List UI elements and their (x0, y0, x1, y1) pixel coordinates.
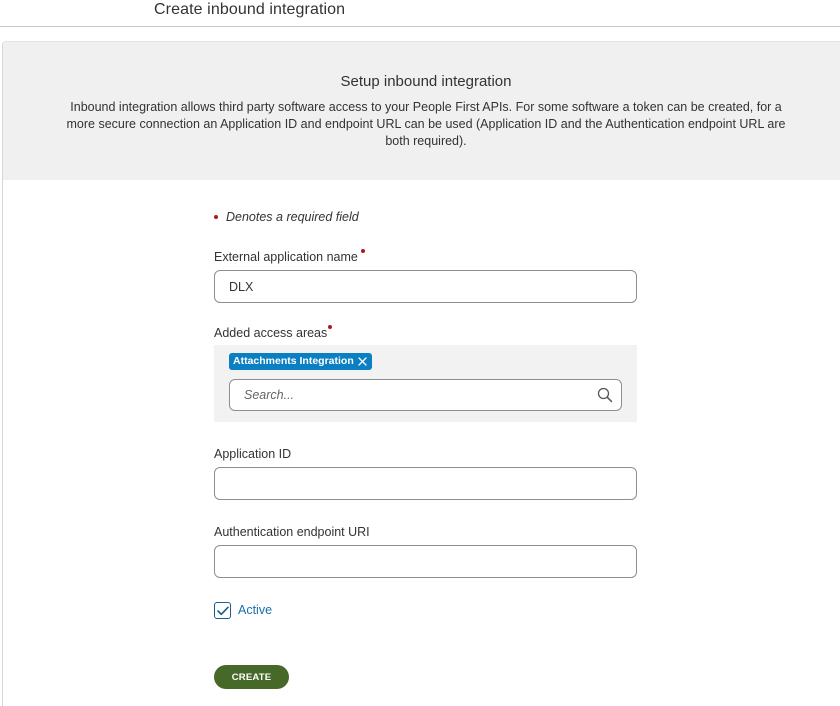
application-id-input[interactable] (214, 467, 637, 500)
app-name-input[interactable] (214, 270, 637, 303)
access-areas-label: Added access areas (214, 324, 333, 340)
auth-endpoint-label-text: Authentication endpoint URI (214, 525, 370, 539)
active-checkbox[interactable] (214, 602, 231, 619)
create-button[interactable]: CREATE (214, 665, 289, 689)
access-search-field (229, 379, 622, 411)
auth-endpoint-input[interactable] (214, 545, 637, 578)
close-icon[interactable] (358, 357, 368, 367)
access-areas-box: Attachments Integration (214, 345, 637, 422)
app-name-label: External application name (214, 248, 365, 264)
page-title: Create inbound integration (154, 1, 346, 18)
access-area-chip: Attachments Integration (229, 353, 372, 370)
required-dot-icon (214, 214, 218, 219)
required-dot-icon (360, 248, 365, 253)
chip-label: Attachments Integration (233, 355, 354, 367)
application-id-label: Application ID (214, 447, 291, 461)
intro-section: Setup inbound integration Inbound integr… (3, 42, 840, 180)
active-checkbox-label[interactable]: Active (238, 603, 272, 617)
checkmark-icon (216, 606, 229, 615)
intro-description: Inbound integration allows third party s… (66, 100, 786, 148)
required-note-text: Denotes a required field (226, 210, 359, 224)
top-bar: Create inbound integration (0, 0, 840, 27)
app-name-label-text: External application name (214, 250, 358, 264)
search-icon[interactable] (597, 387, 613, 403)
required-field-note: Denotes a required field (214, 210, 359, 224)
required-dot-icon (328, 324, 333, 329)
application-id-label-text: Application ID (214, 447, 292, 461)
auth-endpoint-label: Authentication endpoint URI (214, 525, 370, 539)
intro-heading: Setup inbound integration (340, 73, 512, 90)
access-areas-label-text: Added access areas (214, 326, 328, 340)
access-search-input[interactable] (230, 380, 590, 410)
